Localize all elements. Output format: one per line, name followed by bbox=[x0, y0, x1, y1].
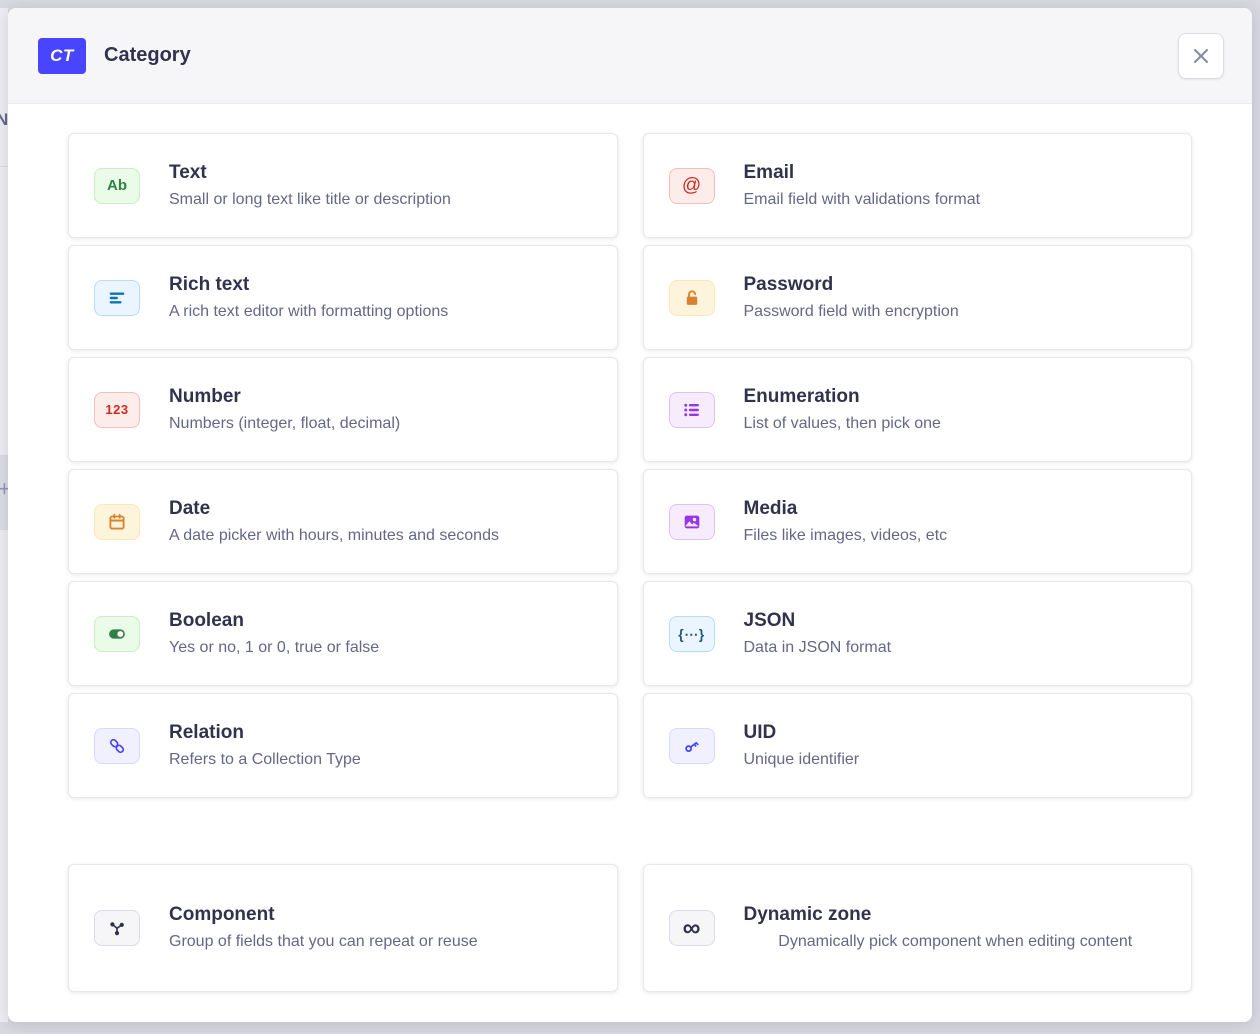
field-card-rich-text[interactable]: Rich textA rich text editor with formatt… bbox=[68, 245, 618, 350]
field-card-text: DateA date picker with hours, minutes an… bbox=[169, 495, 593, 549]
password-icon bbox=[669, 280, 715, 316]
modal-body: Ab TextSmall or long text like title or d… bbox=[8, 104, 1252, 1020]
enumeration-icon bbox=[669, 392, 715, 428]
field-card-description: Dynamically pick component when editing … bbox=[778, 929, 1132, 955]
field-card-dynamic-zone[interactable]: ∞ Dynamic zoneDynamically pick component … bbox=[643, 864, 1193, 992]
field-card-text: RelationRefers to a Collection Type bbox=[169, 719, 593, 773]
field-card-description: Small or long text like title or descrip… bbox=[169, 187, 593, 213]
field-card-text: EnumerationList of values, then pick one bbox=[744, 383, 1168, 437]
rich-text-icon bbox=[94, 280, 140, 316]
field-card-email[interactable]: @ EmailEmail field with validations forma… bbox=[643, 133, 1193, 238]
field-card-title: Text bbox=[169, 159, 593, 187]
dynamic-zone-icon: ∞ bbox=[669, 910, 715, 946]
email-icon: @ bbox=[669, 168, 715, 204]
field-card-description: Files like images, videos, etc bbox=[744, 523, 1168, 549]
field-card-password[interactable]: PasswordPassword field with encryption bbox=[643, 245, 1193, 350]
date-icon bbox=[94, 504, 140, 540]
field-card-description: Numbers (integer, float, decimal) bbox=[169, 411, 593, 437]
background-letter-fragment: N bbox=[0, 110, 8, 130]
background-divider bbox=[0, 166, 8, 167]
background-plus-fragment: + bbox=[0, 476, 8, 502]
field-card-json[interactable]: {⋯} JSONData in JSON format bbox=[643, 581, 1193, 686]
field-card-description: A rich text editor with formatting optio… bbox=[169, 299, 593, 325]
field-card-title: Component bbox=[169, 901, 593, 929]
default-fields-grid: Ab TextSmall or long text like title or d… bbox=[68, 133, 1192, 798]
field-card-description: Unique identifier bbox=[744, 747, 1168, 773]
field-card-component[interactable]: ComponentGroup of fields that you can re… bbox=[68, 864, 618, 992]
field-card-text: UIDUnique identifier bbox=[744, 719, 1168, 773]
field-card-media[interactable]: MediaFiles like images, videos, etc bbox=[643, 469, 1193, 574]
field-card-title: Date bbox=[169, 495, 593, 523]
component-icon bbox=[94, 910, 140, 946]
field-card-title: UID bbox=[744, 719, 1168, 747]
field-card-description: Yes or no, 1 or 0, true or false bbox=[169, 635, 593, 661]
field-card-description: List of values, then pick one bbox=[744, 411, 1168, 437]
field-card-number[interactable]: 123 NumberNumbers (integer, float, decima… bbox=[68, 357, 618, 462]
relation-icon bbox=[94, 728, 140, 764]
field-card-relation[interactable]: RelationRefers to a Collection Type bbox=[68, 693, 618, 798]
field-card-description: Group of fields that you can repeat or r… bbox=[169, 929, 593, 955]
field-card-description: A date picker with hours, minutes and se… bbox=[169, 523, 593, 549]
modal-header: CT Category bbox=[8, 8, 1252, 104]
field-card-title: Enumeration bbox=[744, 383, 1168, 411]
field-card-text: JSONData in JSON format bbox=[744, 607, 1168, 661]
number-icon: 123 bbox=[94, 392, 140, 428]
json-icon: {⋯} bbox=[669, 616, 715, 652]
close-button[interactable] bbox=[1178, 33, 1224, 79]
field-card-title: Email bbox=[744, 159, 1168, 187]
field-card-enumeration[interactable]: EnumerationList of values, then pick one bbox=[643, 357, 1193, 462]
field-card-uid[interactable]: UIDUnique identifier bbox=[643, 693, 1193, 798]
field-card-boolean[interactable]: BooleanYes or no, 1 or 0, true or false bbox=[68, 581, 618, 686]
text-icon: Ab bbox=[94, 168, 140, 204]
field-card-title: Boolean bbox=[169, 607, 593, 635]
field-card-text: BooleanYes or no, 1 or 0, true or false bbox=[169, 607, 593, 661]
field-card-title: Dynamic zone bbox=[744, 901, 1168, 929]
advanced-fields-grid: ComponentGroup of fields that you can re… bbox=[68, 864, 1192, 992]
field-card-text: EmailEmail field with validations format bbox=[744, 159, 1168, 213]
field-card-text: NumberNumbers (integer, float, decimal) bbox=[169, 383, 593, 437]
field-card-title: Rich text bbox=[169, 271, 593, 299]
field-card-title: Media bbox=[744, 495, 1168, 523]
field-card-text: MediaFiles like images, videos, etc bbox=[744, 495, 1168, 549]
field-card-description: Data in JSON format bbox=[744, 635, 1168, 661]
field-card-text[interactable]: Ab TextSmall or long text like title or d… bbox=[68, 133, 618, 238]
background-page-edge: N + bbox=[0, 8, 8, 1022]
field-card-text: ComponentGroup of fields that you can re… bbox=[169, 901, 593, 955]
uid-icon bbox=[669, 728, 715, 764]
select-field-modal: CT Category Ab TextSmall or long text lik… bbox=[8, 8, 1252, 1022]
field-card-description: Refers to a Collection Type bbox=[169, 747, 593, 773]
field-card-title: Password bbox=[744, 271, 1168, 299]
field-card-title: Relation bbox=[169, 719, 593, 747]
field-card-description: Email field with validations format bbox=[744, 187, 1168, 213]
modal-title: Category bbox=[104, 44, 191, 67]
field-card-text: TextSmall or long text like title or des… bbox=[169, 159, 593, 213]
field-card-text: Dynamic zoneDynamically pick component w… bbox=[744, 901, 1168, 955]
field-card-text: Rich textA rich text editor with formatt… bbox=[169, 271, 593, 325]
field-card-title: Number bbox=[169, 383, 593, 411]
media-icon bbox=[669, 504, 715, 540]
field-card-description: Password field with encryption bbox=[744, 299, 1168, 325]
field-card-date[interactable]: DateA date picker with hours, minutes an… bbox=[68, 469, 618, 574]
close-icon bbox=[1190, 45, 1212, 67]
field-card-text: PasswordPassword field with encryption bbox=[744, 271, 1168, 325]
collection-type-badge: CT bbox=[38, 38, 86, 74]
boolean-icon bbox=[94, 616, 140, 652]
field-card-title: JSON bbox=[744, 607, 1168, 635]
